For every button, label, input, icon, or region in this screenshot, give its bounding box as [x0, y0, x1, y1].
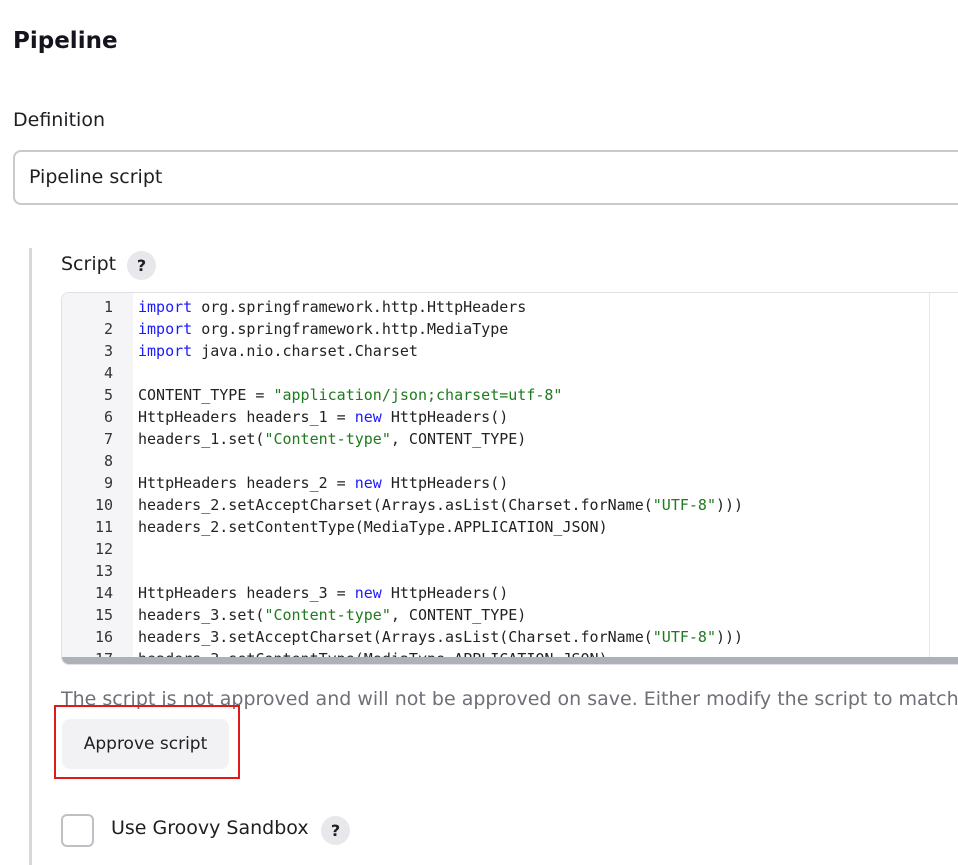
code-token: headers_3.set( — [138, 606, 265, 624]
code-line[interactable]: 6 HttpHeaders headers_1 = new HttpHeaders… — [62, 406, 958, 428]
code-line[interactable]: 15 headers_3.set("Content-type", CONTENT_… — [62, 604, 958, 626]
code-token: , CONTENT_TYPE) — [390, 606, 527, 624]
line-number: 11 — [94, 518, 113, 536]
groovy-sandbox-label: Use Groovy Sandbox — [111, 817, 309, 839]
code-token: HttpHeaders headers_3 = — [138, 584, 355, 602]
code-line[interactable]: 5 CONTENT_TYPE = "application/json;charse… — [62, 384, 958, 406]
pipeline-config-page: Pipeline Definition Pipeline script Scri… — [0, 0, 958, 865]
line-number: 5 — [103, 386, 113, 404]
code-token: headers_2.setContentType(MediaType.APPLI… — [138, 518, 608, 536]
code-line[interactable]: 7 headers_1.set("Content-type", CONTENT_T… — [62, 428, 958, 450]
code-line[interactable]: 16 headers_3.setAcceptCharset(Arrays.asLi… — [62, 626, 958, 648]
code-area[interactable]: 1 import org.springframework.http.HttpHea… — [62, 296, 958, 664]
definition-label: Definition — [13, 109, 106, 131]
line-number: 15 — [94, 606, 113, 624]
code-text: headers_3.set("Content-type", CONTENT_TY… — [138, 604, 526, 626]
code-token: HttpHeaders headers_1 = — [138, 408, 355, 426]
code-line[interactable]: 1 import org.springframework.http.HttpHea… — [62, 296, 958, 318]
code-token: headers_2.setAcceptCharset(Arrays.asList… — [138, 496, 653, 514]
nested-section-bar — [29, 248, 32, 865]
code-text: import org.springframework.http.MediaTyp… — [138, 318, 508, 340]
code-string: "Content-type" — [264, 430, 391, 448]
code-line[interactable]: 4 — [62, 362, 958, 384]
code-line[interactable]: 9 HttpHeaders headers_2 = new HttpHeaders… — [62, 472, 958, 494]
code-string: "Content-type" — [264, 606, 391, 624]
line-number: 8 — [103, 452, 113, 470]
code-token: HttpHeaders() — [381, 408, 509, 426]
code-line[interactable]: 11 headers_2.setContentType(MediaType.APP… — [62, 516, 958, 538]
code-line[interactable]: 12 — [62, 538, 958, 560]
line-number: 6 — [103, 408, 113, 426]
line-number: 12 — [94, 540, 113, 558]
code-text: HttpHeaders headers_1 = new HttpHeaders(… — [138, 406, 508, 428]
line-number: 13 — [94, 562, 113, 580]
code-text: HttpHeaders headers_2 = new HttpHeaders(… — [138, 472, 508, 494]
code-keyword: new — [354, 584, 382, 602]
code-token: java.nio.charset.Charset — [192, 342, 418, 360]
line-number: 1 — [103, 298, 113, 316]
section-title: Pipeline — [13, 28, 118, 54]
code-token: , CONTENT_TYPE) — [390, 430, 527, 448]
code-line[interactable]: 8 — [62, 450, 958, 472]
code-line[interactable]: 3 import java.nio.charset.Charset — [62, 340, 958, 362]
code-keyword: import — [138, 298, 193, 316]
code-line[interactable]: 14 HttpHeaders headers_3 = new HttpHeader… — [62, 582, 958, 604]
code-token: headers_3.setAcceptCharset(Arrays.asList… — [138, 628, 653, 646]
code-text: import java.nio.charset.Charset — [138, 340, 418, 362]
line-number: 4 — [103, 364, 113, 382]
script-editor[interactable]: 1 import org.springframework.http.HttpHea… — [61, 292, 958, 665]
line-number: 14 — [94, 584, 113, 602]
code-text: HttpHeaders headers_3 = new HttpHeaders(… — [138, 582, 508, 604]
sandbox-help-icon[interactable]: ? — [321, 816, 350, 845]
code-text: headers_3.setAcceptCharset(Arrays.asList… — [138, 626, 743, 648]
highlight-annotation-box — [54, 705, 240, 779]
code-text: headers_1.set("Content-type", CONTENT_TY… — [138, 428, 526, 450]
groovy-sandbox-checkbox[interactable] — [61, 814, 94, 847]
code-token: HttpHeaders headers_2 = — [138, 474, 355, 492]
code-text: import org.springframework.http.HttpHead… — [138, 296, 526, 318]
line-number: 7 — [103, 430, 113, 448]
line-number: 9 — [103, 474, 113, 492]
code-token: HttpHeaders() — [381, 584, 509, 602]
code-keyword: import — [138, 320, 193, 338]
code-text: headers_2.setContentType(MediaType.APPLI… — [138, 516, 608, 538]
code-text: headers_2.setAcceptCharset(Arrays.asList… — [138, 494, 743, 516]
code-token: HttpHeaders() — [381, 474, 509, 492]
line-number: 10 — [94, 496, 113, 514]
line-number: 3 — [103, 342, 113, 360]
code-line[interactable]: 10 headers_2.setAcceptCharset(Arrays.asLi… — [62, 494, 958, 516]
code-line[interactable]: 2 import org.springframework.http.MediaTy… — [62, 318, 958, 340]
code-string: "application/json;charset=utf-8" — [273, 386, 563, 404]
script-label: Script — [61, 253, 117, 275]
editor-horizontal-scrollbar[interactable] — [62, 657, 958, 664]
line-number: 16 — [94, 628, 113, 646]
code-string: "UTF-8" — [652, 496, 716, 514]
code-token: headers_1.set( — [138, 430, 265, 448]
code-line[interactable]: 13 — [62, 560, 958, 582]
code-text: CONTENT_TYPE = "application/json;charset… — [138, 384, 562, 406]
code-keyword: import — [138, 342, 193, 360]
code-keyword: new — [354, 408, 382, 426]
definition-select[interactable]: Pipeline script — [13, 150, 958, 205]
code-token: org.springframework.http.MediaType — [192, 320, 509, 338]
code-token: ))) — [715, 496, 744, 514]
script-help-icon[interactable]: ? — [127, 251, 156, 280]
code-keyword: new — [354, 474, 382, 492]
code-token: ))) — [715, 628, 744, 646]
code-string: "UTF-8" — [652, 628, 716, 646]
line-number: 2 — [103, 320, 113, 338]
code-token: CONTENT_TYPE = — [138, 386, 274, 404]
code-token: org.springframework.http.HttpHeaders — [192, 298, 527, 316]
